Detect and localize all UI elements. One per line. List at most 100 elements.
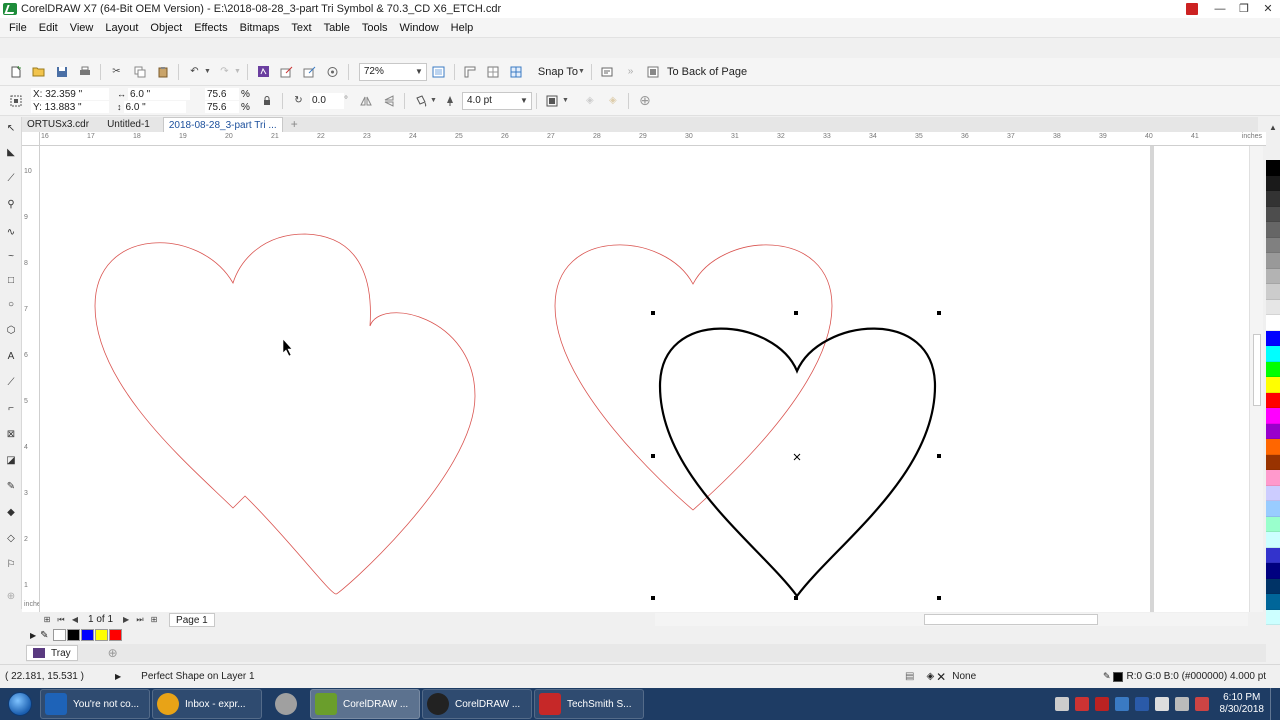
taskbar-coreldraw-1[interactable]: CorelDRAW ... — [310, 689, 420, 719]
shape-tool-icon[interactable]: ◣ — [3, 145, 19, 161]
horizontal-ruler[interactable]: 16 17 18 19 20 21 22 23 24 25 26 27 28 29 30 31 32 33 34 35… — [40, 132, 1266, 146]
palette-swatch[interactable] — [1266, 299, 1280, 315]
horizontal-scrollbar[interactable] — [655, 613, 1248, 626]
palette-swatch[interactable] — [1266, 253, 1280, 269]
freehand-tool-icon[interactable]: ∿ — [3, 225, 19, 241]
start-button[interactable] — [0, 688, 40, 720]
menu-file[interactable]: File — [3, 18, 33, 38]
artistic-media-tool-icon[interactable]: ~ — [3, 249, 19, 265]
palette-swatch[interactable] — [1266, 175, 1280, 191]
polygon-tool-icon[interactable]: ⬡ — [3, 323, 19, 339]
selection-handle[interactable] — [794, 596, 798, 600]
scale-width-input[interactable]: 75.6 — [205, 88, 239, 100]
interactive-tool-icon[interactable]: ⊠ — [3, 427, 19, 443]
no-color-swatch[interactable] — [52, 629, 66, 641]
options-icon[interactable] — [598, 63, 616, 81]
palette-swatch[interactable] — [1266, 160, 1280, 176]
object-position-icon[interactable] — [7, 92, 25, 110]
show-desktop-button[interactable] — [1270, 688, 1280, 720]
flag-icon[interactable] — [1194, 697, 1209, 711]
red-heart-outline-left[interactable] — [94, 233, 476, 595]
tab-current-document[interactable]: 2018-08-28_3-part Tri ... — [162, 117, 283, 132]
palette-swatch[interactable] — [1266, 237, 1280, 253]
palette-swatch[interactable] — [1266, 408, 1280, 424]
palette-swatch[interactable] — [1266, 330, 1280, 346]
wrap-text-icon[interactable] — [543, 92, 561, 110]
palette-swatch[interactable] — [1266, 268, 1280, 284]
scale-height-input[interactable]: 75.6 — [205, 101, 239, 113]
mirror-vertical-icon[interactable] — [380, 92, 398, 110]
to-back-of-page-button[interactable]: To Back of Page — [667, 66, 747, 78]
user-account-icon[interactable] — [1186, 3, 1198, 15]
palette-swatch[interactable] — [1266, 516, 1280, 532]
tab-untitled-1[interactable]: Untitled-1 — [102, 117, 155, 132]
pick-tool-icon[interactable]: ↖ — [3, 121, 19, 137]
fill-dropdown-icon[interactable]: ▼ — [430, 97, 437, 104]
publish-pdf-icon[interactable] — [323, 63, 341, 81]
copy-icon[interactable] — [131, 63, 149, 81]
drawing-canvas[interactable] — [40, 146, 1152, 612]
menu-layout[interactable]: Layout — [99, 18, 144, 38]
tab-ortusx3[interactable]: ORTUSx3.cdr — [22, 117, 94, 132]
undo-dropdown-icon[interactable]: ▼ — [204, 68, 211, 75]
new-document-icon[interactable] — [7, 63, 25, 81]
palette-swatch[interactable] — [1266, 392, 1280, 408]
dropbox-icon[interactable] — [1114, 697, 1129, 711]
menu-tools[interactable]: Tools — [356, 18, 394, 38]
selection-handle[interactable] — [937, 596, 941, 600]
menu-bitmaps[interactable]: Bitmaps — [234, 18, 286, 38]
add-tray-icon[interactable]: ⊕ — [108, 646, 118, 660]
menu-help[interactable]: Help — [445, 18, 480, 38]
menu-text[interactable]: Text — [285, 18, 317, 38]
paste-icon[interactable] — [154, 63, 172, 81]
zoom-level-combo[interactable]: 72% ▼ — [358, 62, 427, 81]
palette-swatch[interactable] — [1266, 315, 1280, 331]
new-tab-icon[interactable]: + — [291, 117, 298, 132]
selection-handle[interactable] — [937, 311, 941, 315]
selection-handle[interactable] — [794, 311, 798, 315]
selection-handle[interactable] — [651, 311, 655, 315]
palette-swatch[interactable] — [1266, 609, 1280, 625]
restore-button[interactable]: ❐ — [1232, 0, 1256, 18]
y-position-input[interactable]: Y: 13.883 " — [31, 101, 109, 113]
menu-view[interactable]: View — [64, 18, 100, 38]
selected-black-heart[interactable] — [658, 327, 937, 598]
volume-icon[interactable] — [1054, 697, 1069, 711]
palette-swatch[interactable] — [1266, 377, 1280, 393]
snap-to-dropdown-icon[interactable]: ▼ — [578, 68, 585, 75]
last-page-icon[interactable]: ⏭ — [133, 615, 147, 625]
full-screen-preview-icon[interactable] — [429, 63, 447, 81]
redo-dropdown-icon[interactable]: ▼ — [234, 68, 241, 75]
canvas-desktop-area[interactable] — [1154, 146, 1249, 612]
menu-object[interactable]: Object — [144, 18, 188, 38]
palette-swatch[interactable] — [1266, 361, 1280, 377]
eyedropper-tool-icon[interactable]: ✎ — [3, 479, 19, 495]
rectangle-tool-icon[interactable]: □ — [3, 273, 19, 289]
crop-tool-icon[interactable]: ⟋ — [3, 171, 19, 187]
wrap-text-dropdown-icon[interactable]: ▼ — [562, 97, 569, 104]
palette-swatch[interactable] — [1266, 594, 1280, 610]
palette-swatch[interactable] — [1266, 222, 1280, 238]
palette-expand-icon[interactable]: ▶ — [30, 631, 36, 640]
more-chevron-icon[interactable]: » — [621, 63, 639, 81]
show-grid-icon[interactable] — [484, 63, 502, 81]
vertical-scrollbar[interactable] — [1249, 146, 1263, 612]
palette-swatch[interactable] — [1266, 485, 1280, 501]
show-rulers-icon[interactable] — [461, 63, 479, 81]
undo-icon[interactable]: ↶ — [186, 63, 204, 81]
taskbar-techsmith[interactable]: TechSmith S... — [534, 689, 644, 719]
text-tool-icon[interactable]: A — [3, 349, 19, 365]
palette-swatch[interactable] — [1266, 547, 1280, 563]
minimize-button[interactable]: — — [1208, 0, 1232, 18]
first-page-icon[interactable]: ⏮ — [54, 615, 68, 625]
palette-swatch[interactable] — [1266, 346, 1280, 362]
taskbar-chrome[interactable]: Inbox - expr... — [152, 689, 262, 719]
import-icon[interactable] — [277, 63, 295, 81]
selection-handle[interactable] — [937, 454, 941, 458]
save-icon[interactable] — [53, 63, 71, 81]
palette-swatch[interactable] — [1266, 206, 1280, 222]
break-apart-icon[interactable]: ◈ — [604, 92, 622, 110]
show-guidelines-icon[interactable] — [507, 63, 525, 81]
taskbar-pinned-app[interactable] — [264, 689, 308, 719]
security-icon[interactable] — [1074, 697, 1089, 711]
